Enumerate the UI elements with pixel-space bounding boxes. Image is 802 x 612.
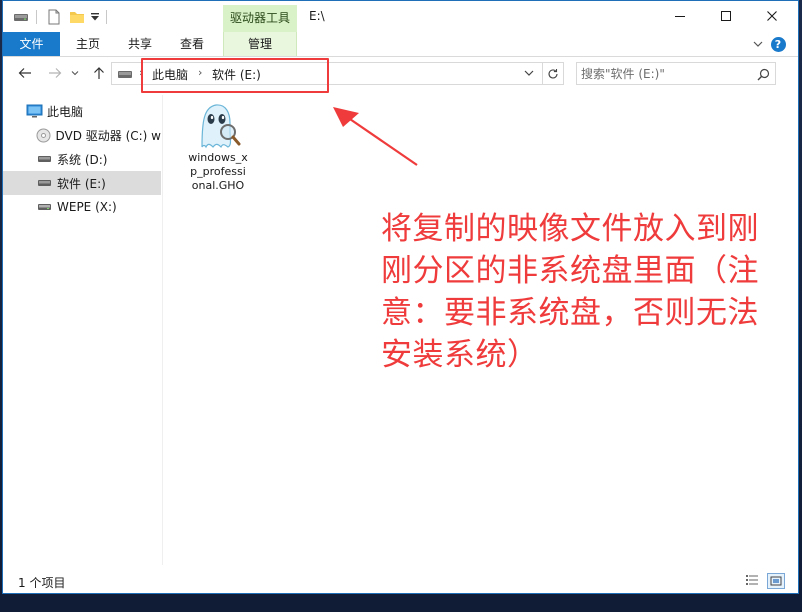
nav-item-label: 此电脑 (47, 104, 84, 119)
window-title: E:\ (309, 9, 325, 23)
dvd-icon (35, 127, 51, 143)
toolbar-divider (106, 10, 107, 24)
back-button[interactable] (16, 64, 34, 82)
nav-item-label: 系统 (D:) (57, 152, 108, 167)
usb-drive-icon (35, 199, 53, 215)
minimize-button[interactable] (657, 1, 703, 31)
close-button[interactable] (749, 1, 795, 31)
tab-share[interactable]: 共享 (117, 32, 163, 56)
recent-locations-chevron-icon[interactable] (69, 64, 81, 82)
up-button[interactable] (90, 64, 108, 82)
file-item[interactable]: windows_x p_professi onal.GHO (179, 99, 257, 195)
status-bar: 1 个项目 (3, 566, 798, 593)
item-count: 1 个项目 (18, 576, 66, 590)
large-icons-view-icon[interactable] (767, 573, 785, 589)
drive-icon (117, 67, 133, 84)
nav-item-wepe-drive[interactable]: WEPE (X:) (3, 195, 161, 219)
drive-icon (35, 151, 53, 167)
customize-toolbar-icon[interactable] (90, 7, 100, 27)
nav-item-software-drive[interactable]: 软件 (E:) (3, 171, 161, 195)
pane-divider[interactable] (162, 95, 163, 565)
drive-icon (35, 175, 53, 191)
properties-quick-icon[interactable] (47, 7, 61, 27)
file-name-line: windows_x (188, 151, 248, 164)
nav-item-system-drive[interactable]: 系统 (D:) (3, 147, 161, 171)
drive-tools-context-header: 驱动器工具 (223, 5, 297, 32)
details-view-icon[interactable] (744, 573, 760, 587)
nav-item-this-pc[interactable]: 此电脑 (3, 99, 161, 123)
drive-quick-icon[interactable] (13, 7, 29, 27)
tab-home[interactable]: 主页 (65, 32, 111, 56)
maximize-button[interactable] (703, 1, 749, 31)
navigation-bar: › 此电脑 › 软件 (E:) (3, 57, 798, 91)
refresh-button[interactable] (542, 62, 564, 85)
nav-item-label: WEPE (X:) (57, 200, 117, 214)
nav-item-label: 软件 (E:) (57, 176, 106, 191)
annotation-text: 将复制的映像文件放入到刚刚分区的非系统盘里面（注意：要非系统盘，否则无法安装系统… (381, 211, 759, 373)
expand-ribbon-chevron-icon[interactable] (751, 36, 765, 52)
computer-icon (25, 103, 43, 119)
file-name: windows_x p_professi onal.GHO (179, 151, 257, 193)
file-name-line: onal.GHO (191, 179, 245, 192)
new-folder-quick-icon[interactable] (69, 7, 85, 27)
search-icon[interactable] (755, 66, 771, 82)
ribbon-tabs: 文件 主页 共享 查看 管理 ? (3, 32, 798, 57)
address-history-dropdown-icon[interactable] (521, 65, 537, 81)
help-icon: ? (770, 36, 786, 52)
address-highlight-box (141, 58, 329, 93)
nav-item-label: DVD 驱动器 (C:) w (55, 128, 161, 143)
tab-file[interactable]: 文件 (3, 32, 60, 56)
toolbar-divider (36, 10, 37, 24)
search-box[interactable] (576, 62, 776, 85)
nav-item-dvd-drive[interactable]: DVD 驱动器 (C:) w (3, 123, 161, 147)
explorer-window: 驱动器工具 E:\ 文件 主页 共享 查看 管理 ? › 此电脑 › 软件 (E… (2, 0, 799, 594)
file-name-line: p_professi (190, 165, 246, 178)
tab-view[interactable]: 查看 (169, 32, 215, 56)
search-input[interactable] (581, 65, 749, 82)
help-button[interactable]: ? (770, 36, 786, 52)
tab-manage[interactable]: 管理 (223, 32, 297, 56)
ghost-file-icon (192, 101, 244, 151)
forward-button[interactable] (46, 64, 64, 82)
annotation-arrow-icon (333, 107, 418, 166)
navigation-pane: 此电脑 DVD 驱动器 (C:) w 系统 (D:) 软件 (E:) WEPE … (3, 95, 161, 565)
title-bar: 驱动器工具 E:\ (3, 1, 798, 32)
